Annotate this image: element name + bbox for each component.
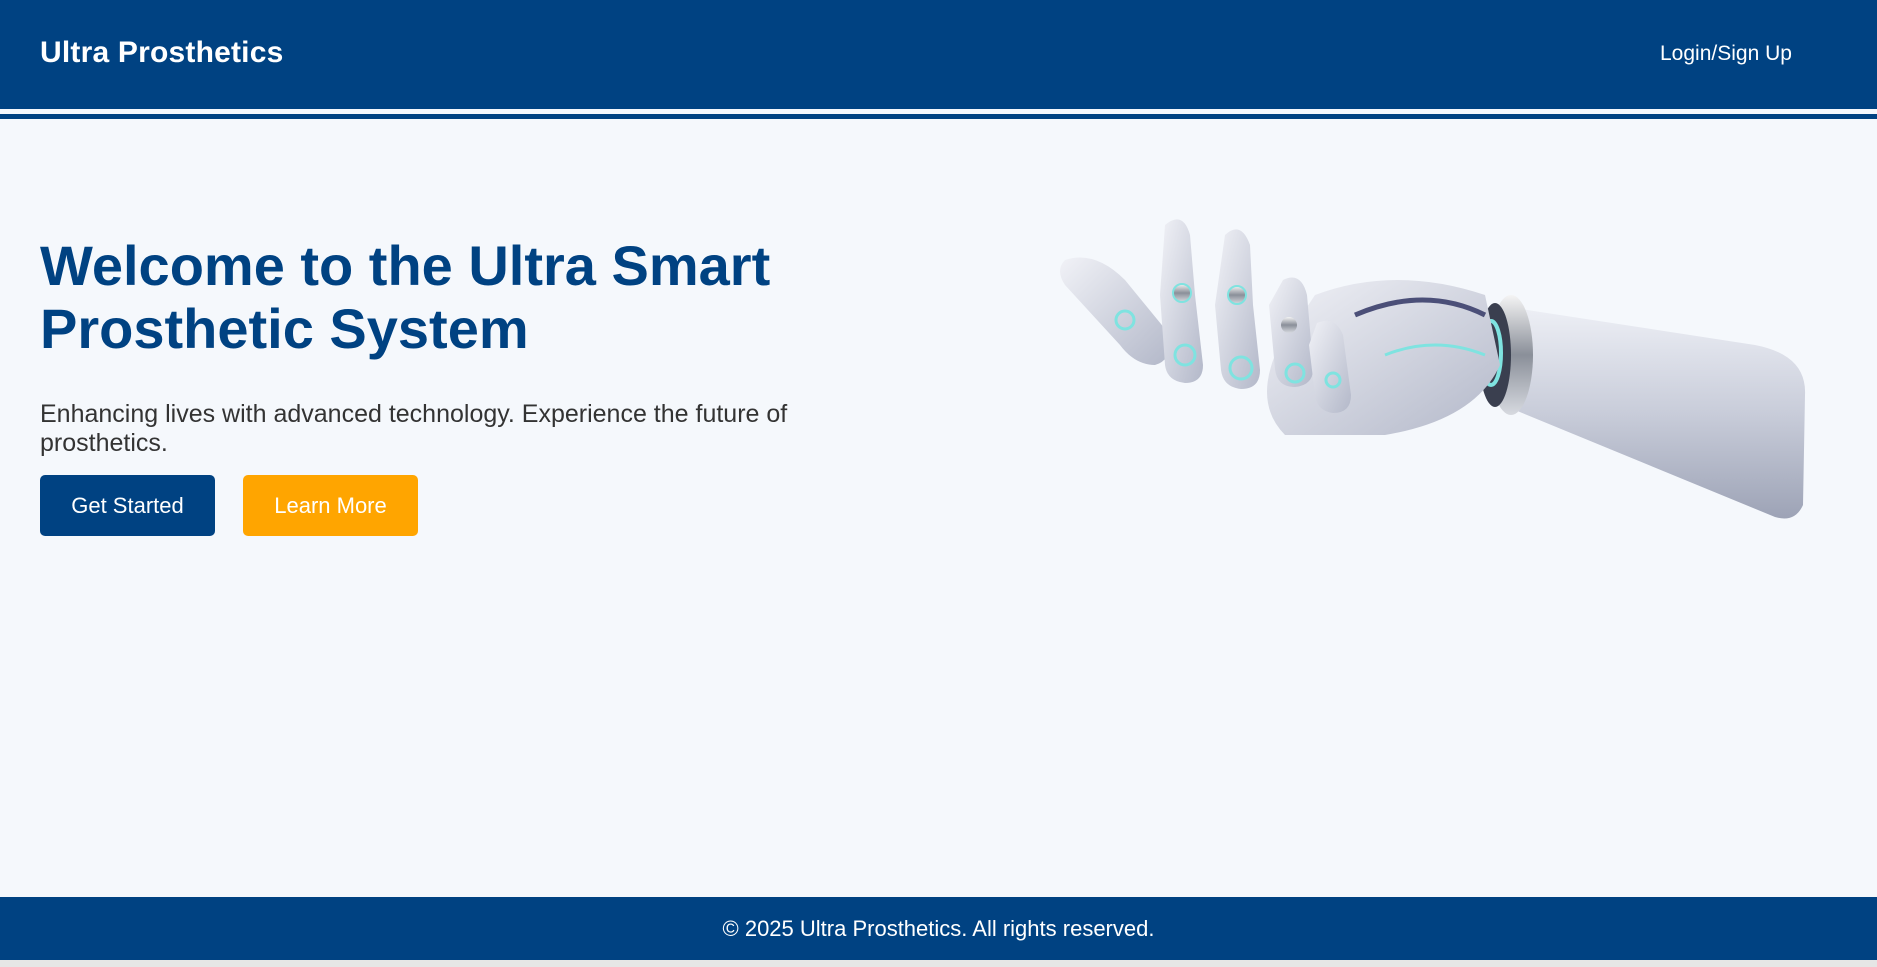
navbar-divider	[0, 114, 1877, 119]
hero-section: Welcome to the Ultra Smart Prosthetic Sy…	[40, 234, 860, 458]
page: Ultra Prosthetics Login/Sign Up Welcome …	[0, 0, 1877, 960]
login-signup-link[interactable]: Login/Sign Up	[1660, 42, 1792, 66]
footer-copyright: © 2025 Ultra Prosthetics. All rights res…	[722, 915, 1155, 941]
hero-title: Welcome to the Ultra Smart Prosthetic Sy…	[40, 234, 771, 360]
learn-more-button[interactable]: Learn More	[243, 475, 418, 536]
page-footer: © 2025 Ultra Prosthetics. All rights res…	[0, 897, 1877, 960]
hero-button-group: Get Started Learn More	[40, 475, 418, 536]
hero-subtitle: Enhancing lives with advanced technology…	[40, 400, 788, 457]
robotic-hand-icon	[1060, 219, 1806, 519]
brand-logo-text[interactable]: Ultra Prosthetics	[40, 36, 283, 70]
top-navbar: Ultra Prosthetics Login/Sign Up	[0, 0, 1877, 114]
get-started-button[interactable]: Get Started	[40, 475, 215, 536]
